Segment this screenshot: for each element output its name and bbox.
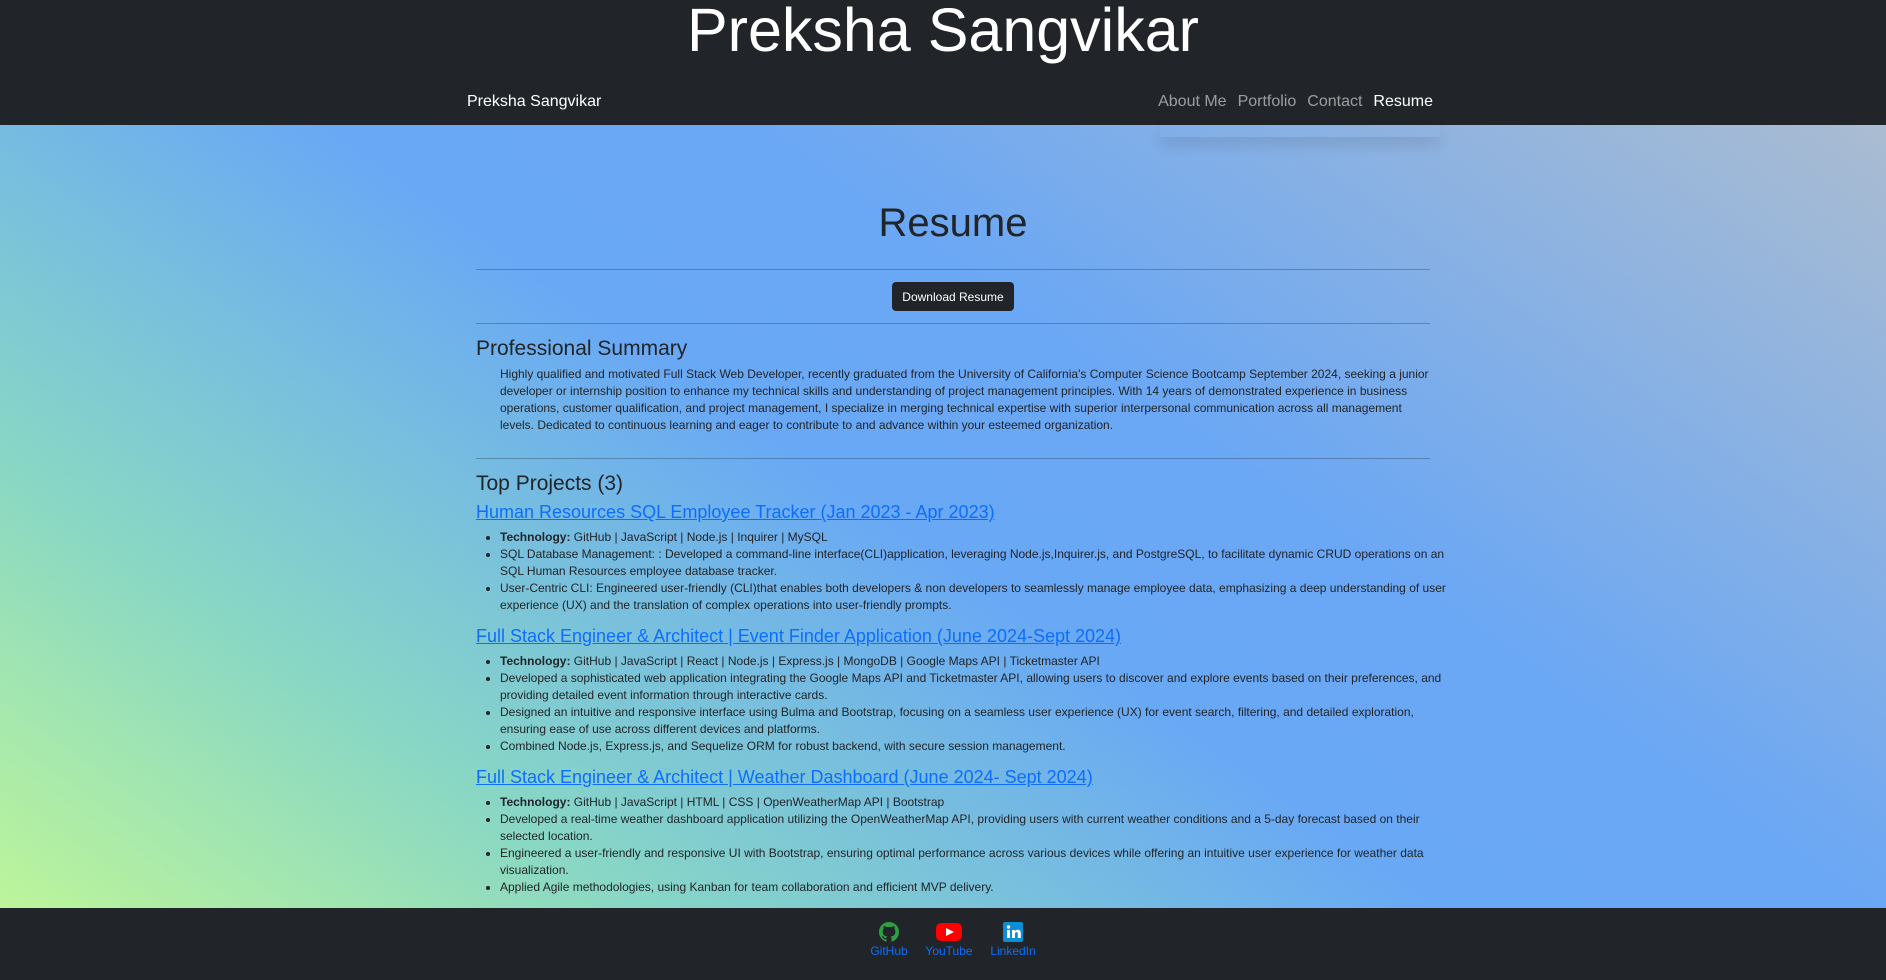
top-projects-heading: Top Projects (3) (476, 472, 624, 495)
nav-link-resume[interactable]: Resume (1373, 92, 1433, 112)
technology-list: GitHub | JavaScript | Node.js | Inquirer… (573, 530, 828, 544)
list-item: Technology: GitHub | JavaScript | Node.j… (500, 529, 1454, 546)
list-item: Technology: GitHub | JavaScript | React … (500, 653, 1454, 670)
list-item: User-Centric CLI: Engineered user-friend… (500, 580, 1454, 614)
list-item: Applied Agile methodologies, using Kanba… (500, 879, 1454, 896)
list-item: Developed a sophisticated web applicatio… (500, 670, 1454, 704)
github-icon (879, 922, 899, 942)
project-title-event-finder[interactable]: Full Stack Engineer & Architect | Event … (476, 625, 1121, 647)
list-item: Designed an intuitive and responsive int… (500, 704, 1454, 738)
technology-list: GitHub | JavaScript | HTML | CSS | OpenW… (573, 795, 945, 809)
github-label: GitHub (870, 944, 908, 958)
linkedin-label: LinkedIn (990, 944, 1036, 958)
technology-label: Technology: (500, 654, 571, 668)
project-title-hr-sql-tracker[interactable]: Human Resources SQL Employee Tracker (Ja… (476, 501, 995, 523)
professional-summary-heading: Professional Summary (476, 337, 688, 360)
linkedin-link[interactable]: LinkedIn (989, 922, 1037, 958)
download-resume-button[interactable]: Download Resume (892, 282, 1014, 311)
nav-shadow (1160, 125, 1440, 137)
youtube-label: YouTube (925, 944, 973, 958)
list-item: Engineered a user-friendly and responsiv… (500, 845, 1454, 879)
list-item: Technology: GitHub | JavaScript | HTML |… (500, 794, 1454, 811)
project-title-weather-dashboard[interactable]: Full Stack Engineer & Architect | Weathe… (476, 766, 1093, 788)
footer: GitHub YouTube LinkedIn (0, 908, 1886, 980)
linkedin-icon (1003, 922, 1023, 942)
project-bullets: Technology: GitHub | JavaScript | HTML |… (476, 794, 1454, 896)
youtube-icon (936, 922, 962, 942)
nav-link-about-me[interactable]: About Me (1158, 92, 1226, 112)
youtube-link[interactable]: YouTube (923, 922, 975, 958)
technology-label: Technology: (500, 795, 571, 809)
list-item: SQL Database Management: : Developed a c… (500, 546, 1454, 580)
project-bullets: Technology: GitHub | JavaScript | React … (476, 653, 1454, 755)
technology-list: GitHub | JavaScript | React | Node.js | … (573, 654, 1100, 668)
list-item: Developed a real-time weather dashboard … (500, 811, 1454, 845)
divider (476, 323, 1430, 324)
divider (476, 269, 1430, 270)
navbar-brand[interactable]: Preksha Sangvikar (467, 92, 601, 112)
divider (476, 458, 1430, 459)
project-bullets: Technology: GitHub | JavaScript | Node.j… (476, 529, 1454, 614)
resume-main: Resume Download Resume Professional Summ… (0, 125, 1886, 908)
top-header: Preksha Sangvikar Preksha Sangvikar Abou… (0, 0, 1886, 125)
site-title: Preksha Sangvikar (687, 0, 1199, 64)
professional-summary-text: Highly qualified and motivated Full Stac… (500, 367, 1429, 432)
nav-link-contact[interactable]: Contact (1307, 92, 1362, 112)
page-title: Resume (878, 201, 1028, 245)
nav-link-portfolio[interactable]: Portfolio (1238, 92, 1297, 112)
main-nav: About Me Portfolio Contact Resume (1147, 92, 1433, 112)
technology-label: Technology: (500, 530, 571, 544)
github-link[interactable]: GitHub (869, 922, 909, 958)
list-item: Combined Node.js, Express.js, and Sequel… (500, 738, 1454, 755)
